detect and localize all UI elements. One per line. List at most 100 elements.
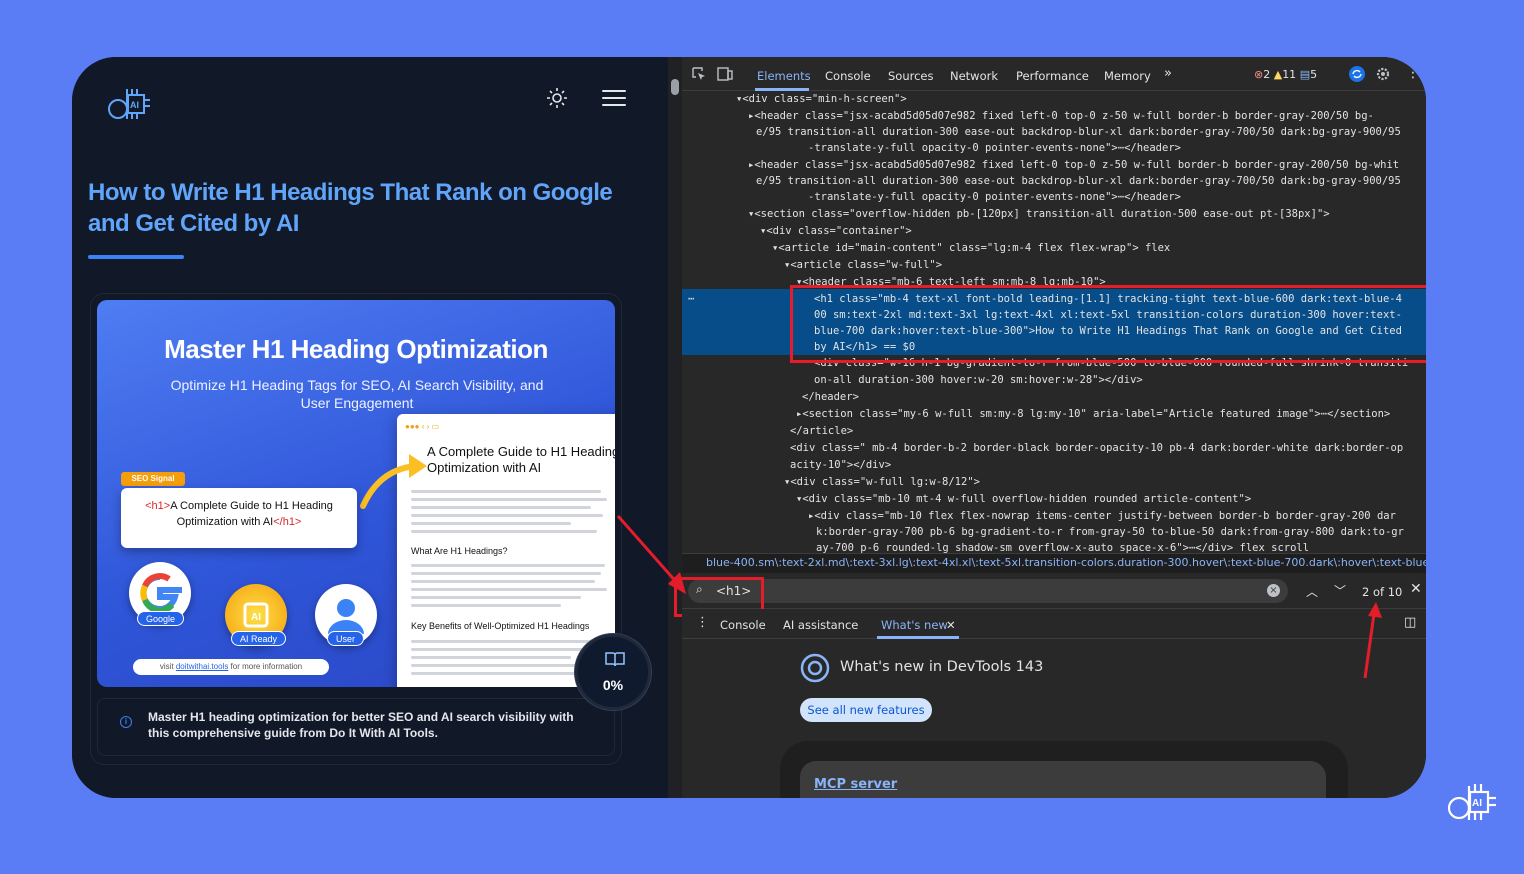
dock-panel-icon[interactable]: ◫: [1404, 615, 1416, 630]
dom-search-bar: ⌕ <h1> × ︿ ﹀ 2 of 10 ✕: [674, 573, 1426, 617]
clear-search-icon[interactable]: ×: [1267, 584, 1280, 597]
tab-performance[interactable]: Performance: [1016, 69, 1089, 83]
match-count: 2 of 10: [1362, 585, 1403, 599]
elements-dom-tree: ▾<div class="min-h-screen"> ▸<header cla…: [682, 91, 1426, 553]
settings-gear-icon[interactable]: [1374, 65, 1392, 83]
dom-line: -translate-y-full opacity-0 pointer-even…: [808, 142, 1181, 154]
search-input[interactable]: ⌕ <h1> ×: [688, 579, 1288, 603]
tab-network[interactable]: Network: [950, 69, 998, 83]
devtools-panel: Elements Console Sources Network Perform…: [674, 57, 1426, 798]
more-options-icon[interactable]: ⋮: [1406, 65, 1420, 81]
progress-percent: 0%: [602, 677, 624, 693]
site-logo-icon[interactable]: AI: [104, 75, 156, 127]
tab-memory[interactable]: Memory: [1104, 69, 1151, 83]
featured-title: Master H1 Heading Optimization: [164, 334, 548, 364]
info-icon: i: [120, 716, 132, 728]
arrow-icon: [360, 454, 427, 509]
drawer-menu-icon[interactable]: ⋮: [696, 615, 709, 630]
drawer-tab-whats-new[interactable]: What's new: [881, 618, 948, 632]
warning-icon: ▲: [1273, 68, 1283, 81]
next-match-icon[interactable]: ﹀: [1334, 582, 1346, 599]
mockup-heading: A Complete Guide to H1 Heading Optimizat…: [427, 444, 615, 475]
tab-console[interactable]: Console: [825, 69, 871, 83]
dom-line: k:border-gray-700 pb-6 bg-gradient-to-r …: [816, 526, 1404, 538]
dom-line[interactable]: ▾<div class="min-h-screen">: [736, 91, 1426, 108]
image-caption: i Master H1 heading optimization for bet…: [97, 698, 615, 756]
featured-subtitle: Optimize H1 Heading Tags for SEO, AI Sea…: [170, 377, 544, 411]
featured-image-card: Master H1 Heading Optimization Optimize …: [90, 293, 622, 765]
dom-line[interactable]: ▾<div class="w-full lg:w-8/12">: [784, 474, 1426, 491]
corner-logo-icon: AI: [1447, 784, 1496, 820]
drawer-tab-console[interactable]: Console: [720, 618, 766, 632]
dom-line[interactable]: </header>: [802, 389, 1426, 406]
annotation-arrow-icon: [616, 515, 686, 594]
title-underline: [88, 255, 184, 259]
dom-line: -translate-y-full opacity-0 pointer-even…: [808, 191, 1181, 203]
whats-new-title: What's new in DevTools 143: [840, 659, 1044, 675]
mockup-section-1: What Are H1 Headings?: [411, 546, 508, 556]
tab-elements[interactable]: Elements: [757, 69, 811, 83]
device-toolbar-icon[interactable]: [716, 65, 734, 83]
node-options-icon[interactable]: ⋯: [688, 291, 708, 308]
caption-text: Master H1 heading optimization for bette…: [148, 710, 574, 740]
page-title: How to Write H1 Headings That Rank on Go…: [88, 179, 613, 237]
visit-link[interactable]: doitwithai.tools: [176, 662, 228, 671]
annotation-arrow-icon: [1363, 602, 1382, 679]
dom-line[interactable]: ▾<div class="container">: [760, 223, 1426, 240]
dom-breadcrumb[interactable]: blue-400.sm\:text-2xl.md\:text-3xl.lg\:t…: [682, 553, 1426, 573]
svg-text:AI: AI: [1472, 798, 1482, 809]
devtools-tabbar: Elements Console Sources Network Perform…: [682, 57, 1426, 91]
svg-text:AI: AI: [130, 100, 139, 110]
drawer-tab-ai-assistance[interactable]: AI assistance: [783, 618, 858, 632]
dom-line[interactable]: ▸<header class="jsx-acabd5d05d07e982 fix…: [748, 108, 1426, 125]
drawer-tabbar: ⋮ Console AI assistance What's new ✕ ◫: [682, 609, 1426, 639]
mockup-section-2: Key Benefits of Well-Optimized H1 Headin…: [411, 621, 590, 631]
info-message-icon: ▤: [1299, 68, 1311, 81]
inspect-element-icon[interactable]: [690, 65, 708, 83]
svg-text:AI: AI: [251, 612, 261, 623]
badge-label-ai-ready: AI Ready: [231, 631, 287, 646]
close-tab-icon[interactable]: ✕: [946, 618, 956, 632]
dom-line[interactable]: <div class=" mb-4 border-b-2 border-blac…: [790, 440, 1426, 457]
dom-line[interactable]: ▾<article class="w-full">: [784, 257, 1426, 274]
book-icon: [605, 652, 625, 667]
error-icon: ⊗: [1254, 68, 1264, 81]
dom-line: e/95 transition-all duration-300 ease-ou…: [756, 126, 1401, 138]
h1-tag-example: <h1>A Complete Guide to H1 Heading Optim…: [121, 488, 357, 548]
sync-icon[interactable]: [1348, 65, 1366, 83]
badge-label-google: Google: [137, 611, 185, 626]
dom-line: ay-700 p-6 rounded-lg shadow-sm overflow…: [816, 542, 1310, 553]
dom-line: acity-10"></div>: [790, 459, 892, 471]
dom-line[interactable]: </article>: [790, 423, 1426, 440]
mcp-server-link[interactable]: MCP server: [814, 777, 897, 792]
dom-line[interactable]: ▸<section class="my-6 w-full sm:my-8 lg:…: [796, 406, 1426, 423]
featured-image: Master H1 Heading Optimization Optimize …: [97, 300, 615, 687]
page-scrollbar[interactable]: [668, 57, 682, 798]
reading-progress-button[interactable]: 0%: [575, 634, 651, 710]
seo-signal-badge: SEO Signal: [121, 472, 185, 486]
visit-banner: visit doitwithai.tools for more informat…: [133, 659, 329, 675]
dom-line[interactable]: ▾<div class="mb-10 mt-4 w-full overflow-…: [796, 491, 1426, 508]
dom-line[interactable]: ▾<section class="overflow-hidden pb-[120…: [748, 206, 1426, 223]
article-mockup: ●●● ‹ › ▭ A Complete Guide to H1 Heading…: [397, 414, 615, 687]
tab-sources[interactable]: Sources: [888, 69, 934, 83]
dom-line[interactable]: ▸<header class="jsx-acabd5d05d07e982 fix…: [748, 157, 1426, 174]
more-tabs-icon[interactable]: »: [1164, 66, 1172, 81]
dom-line[interactable]: ▾<article id="main-content" class="lg:m-…: [772, 240, 1426, 257]
issue-counters[interactable]: ⊗2 ▲11 ▤5: [1254, 68, 1317, 81]
see-all-features-button[interactable]: See all new features: [800, 698, 932, 722]
website-pane: AI How to Write H1 Headings That Rank on…: [72, 57, 668, 798]
whats-new-panel: What's new in DevTools 143 See all new f…: [682, 639, 1426, 798]
dom-line: e/95 transition-all duration-300 ease-ou…: [756, 175, 1401, 187]
screenshot-frame: AI How to Write H1 Headings That Rank on…: [72, 57, 1426, 798]
feature-card: MCP server: [780, 741, 1348, 798]
previous-match-icon[interactable]: ︿: [1306, 583, 1318, 600]
badge-label-user: User: [327, 631, 365, 646]
hamburger-menu-icon[interactable]: [602, 90, 626, 108]
h1-highlight-box: [790, 285, 1426, 363]
chrome-devtools-icon: [800, 653, 830, 683]
dom-line[interactable]: ▸<div class="mb-10 flex flex-nowrap item…: [808, 508, 1426, 525]
window-dots-icon: ●●● ‹ › ▭: [405, 422, 440, 431]
theme-toggle-sun-icon[interactable]: [546, 87, 568, 109]
close-search-icon[interactable]: ✕: [1410, 581, 1422, 597]
